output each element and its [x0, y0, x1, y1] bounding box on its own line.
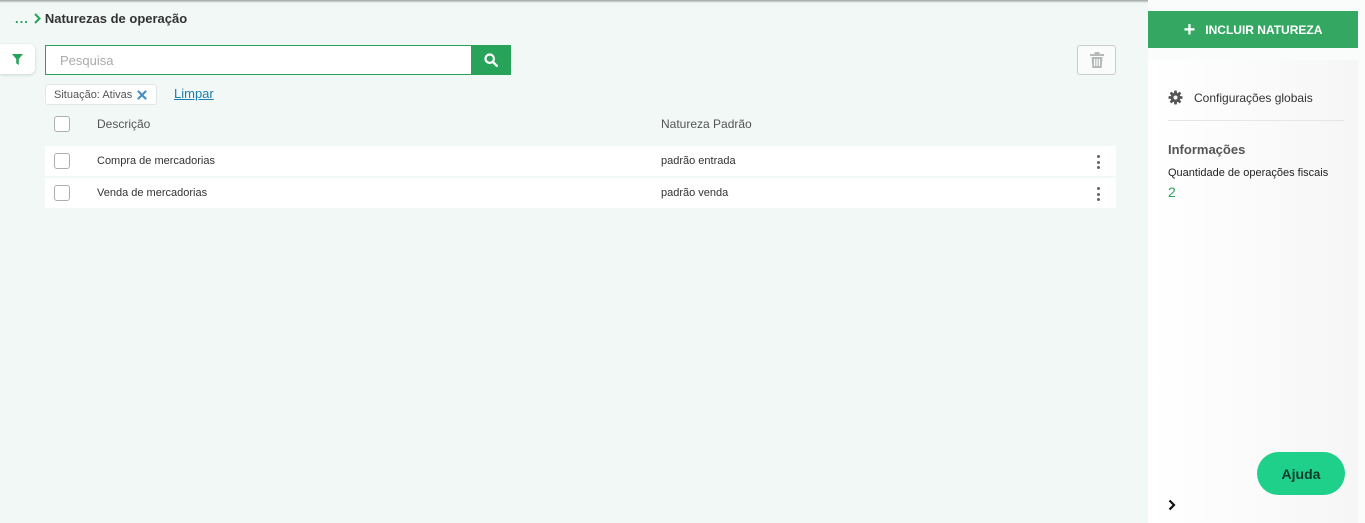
table-row[interactable]: Compra de mercadorias padrão entrada: [45, 146, 1116, 176]
breadcrumb: ... Naturezas de operação: [15, 11, 187, 26]
fiscal-operations-count-label: Quantidade de operações fiscais: [1168, 167, 1329, 179]
chevron-right-icon: [34, 13, 41, 24]
add-natureza-button[interactable]: + INCLUIR NATUREZA: [1148, 11, 1358, 48]
select-all-checkbox[interactable]: [54, 116, 70, 132]
close-icon[interactable]: [137, 89, 147, 100]
row-menu-icon[interactable]: [1091, 154, 1105, 170]
breadcrumb-ellipsis[interactable]: ...: [15, 11, 29, 26]
right-sidebar: + INCLUIR NATUREZA Configurações globais: [1148, 0, 1365, 523]
delete-button[interactable]: [1077, 45, 1116, 75]
global-settings-link[interactable]: Configurações globais: [1168, 90, 1313, 105]
row-descricao: Venda de mercadorias: [97, 187, 208, 199]
fiscal-operations-count-value: 2: [1168, 184, 1176, 200]
search-input[interactable]: [45, 45, 472, 75]
row-natureza: padrão venda: [661, 187, 729, 199]
divider: [1168, 120, 1344, 121]
column-header-natureza[interactable]: Natureza Padrão: [661, 117, 752, 131]
table-row[interactable]: Venda de mercadorias padrão venda: [45, 178, 1116, 208]
row-checkbox[interactable]: [54, 185, 70, 201]
search-button[interactable]: [471, 45, 511, 75]
clear-filters-link[interactable]: Limpar: [174, 86, 214, 101]
filter-chip-label: Situação: Ativas: [54, 88, 133, 101]
column-header-descricao[interactable]: Descrição: [97, 117, 150, 131]
chevron-right-icon[interactable]: [1168, 499, 1176, 511]
gear-icon: [1168, 90, 1183, 105]
filter-icon: [12, 53, 23, 65]
search-icon: [484, 53, 498, 67]
main-content: ... Naturezas de operação Situação: Ativ…: [0, 0, 1148, 523]
row-checkbox[interactable]: [54, 153, 70, 169]
info-panel: Configurações globais Informações Quanti…: [1148, 60, 1358, 523]
filter-chip-situacao: Situação: Ativas: [45, 84, 158, 105]
info-title: Informações: [1168, 142, 1246, 157]
table-header: Descrição Natureza Padrão: [45, 113, 1116, 135]
help-button[interactable]: Ajuda: [1257, 452, 1345, 495]
filter-toggle-button[interactable]: [0, 44, 35, 74]
page-title: Naturezas de operação: [44, 11, 188, 26]
trash-icon: [1089, 52, 1104, 68]
plus-icon: +: [1183, 18, 1196, 41]
row-natureza: padrão entrada: [661, 155, 736, 167]
row-menu-icon[interactable]: [1091, 186, 1105, 202]
add-natureza-label: INCLUIR NATUREZA: [1205, 22, 1323, 37]
global-settings-label: Configurações globais: [1194, 90, 1313, 105]
row-descricao: Compra de mercadorias: [97, 155, 215, 167]
